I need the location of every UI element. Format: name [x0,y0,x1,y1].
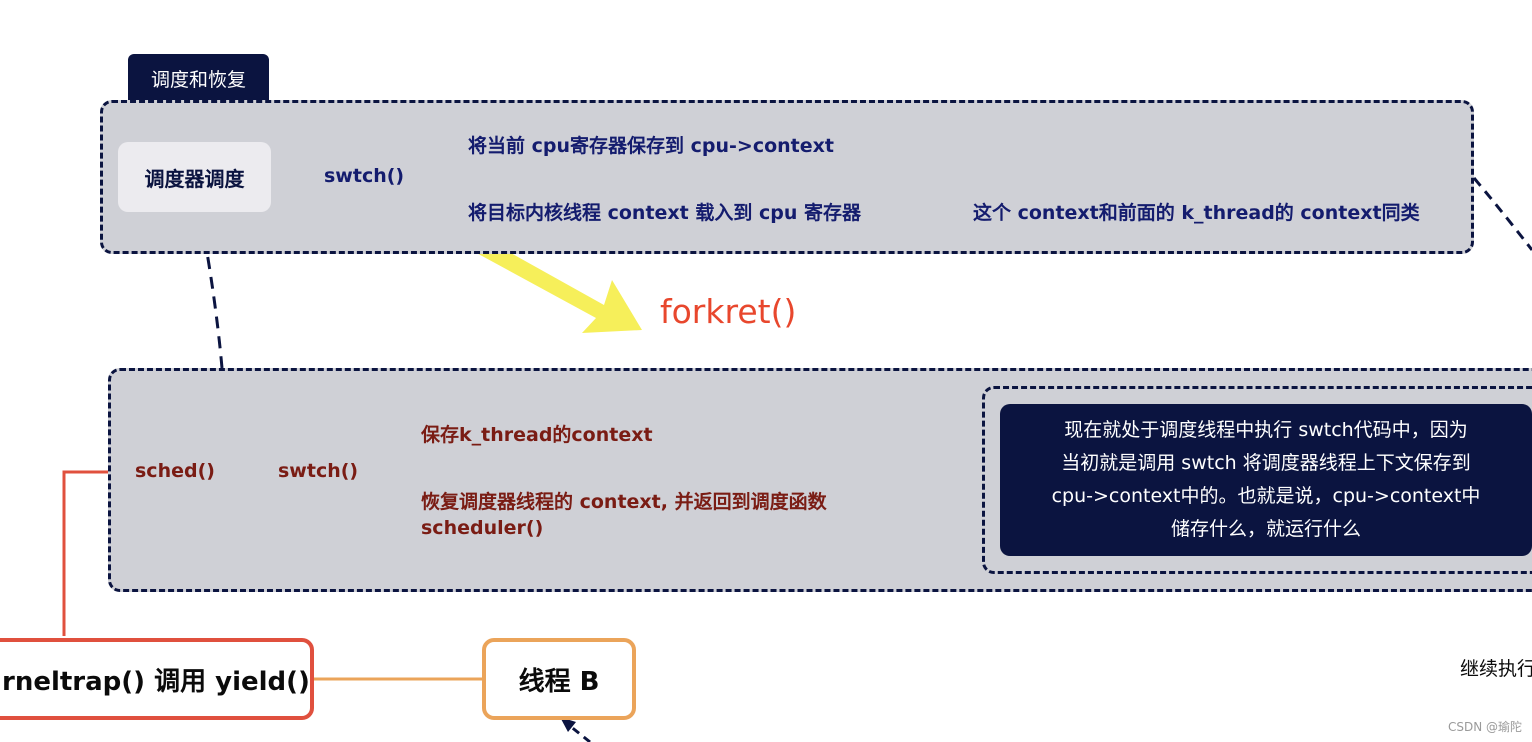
note-line: 储存什么，就运行什么 [1170,518,1361,540]
dashed-arrow-threadb [569,724,591,742]
dashed-curve-right [1472,177,1532,251]
forkret-label: forkret() [660,292,797,331]
top-swtch-label: swtch() [324,165,405,187]
mid-branch-restore-line2: scheduler() [421,517,544,539]
top-branch-save: 将当前 cpu寄存器保存到 cpu->context [468,135,834,157]
explanation-note: 现在就处于调度线程中执行 swtch代码中，因为 当初就是调用 swtch 将调… [1000,404,1532,556]
section-tag: 调度和恢复 [128,54,269,102]
kerneltrap-node: rneltrap() 调用 yield() [0,638,314,720]
mid-swtch-label: swtch() [278,460,359,482]
top-branch-note: 这个 context和前面的 k_thread的 context同类 [973,202,1420,224]
top-panel [100,100,1474,254]
mid-branch-save: 保存k_thread的context [421,424,653,446]
sched-label: sched() [135,460,215,482]
continue-label: 继续执行 [1460,658,1532,680]
top-branch-load: 将目标内核线程 context 载入到 cpu 寄存器 [468,202,861,224]
note-line: cpu->context中的。也就是说，cpu->context中 [1051,485,1481,507]
note-line: 现在就处于调度线程中执行 swtch代码中，因为 [1064,419,1468,441]
mid-branch-restore-line1: 恢复调度器线程的 context, 并返回到调度函数 [421,491,827,513]
note-line: 当初就是调用 swtch 将调度器线程上下文保存到 [1061,452,1471,474]
scheduler-node: 调度器调度 [118,142,271,212]
watermark: CSDN @瑜陀 [1448,720,1523,734]
thread-b-node: 线程 B [482,638,636,720]
